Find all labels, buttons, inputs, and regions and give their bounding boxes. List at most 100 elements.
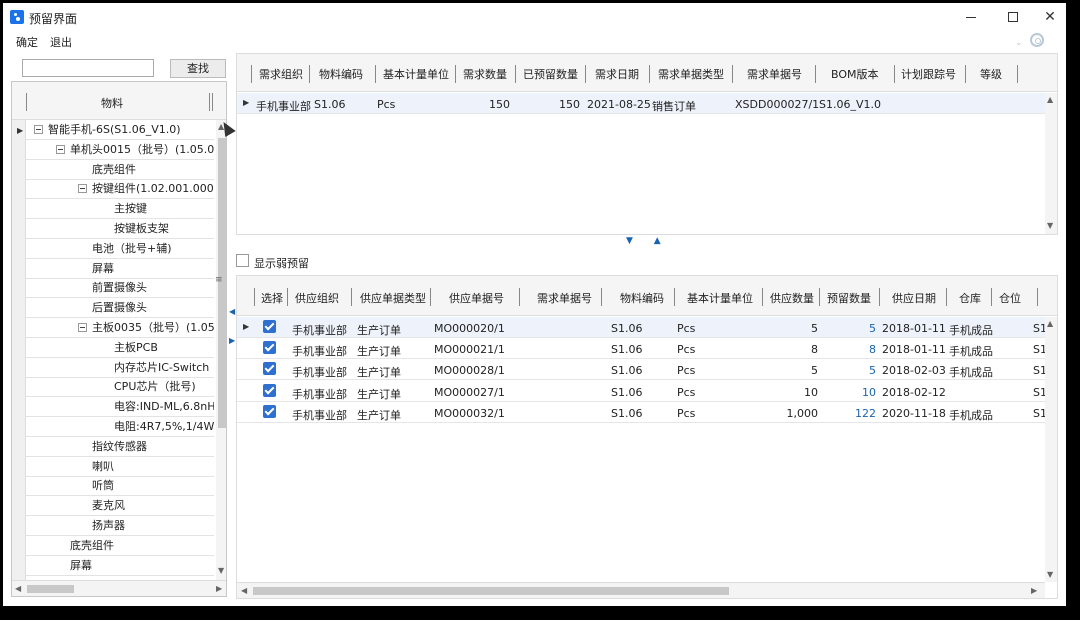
scroll-left-icon[interactable]: ◀ — [15, 584, 21, 593]
cell-reserved[interactable]: 5 — [827, 322, 876, 335]
collapse-node-icon[interactable] — [78, 184, 87, 194]
tree-item[interactable]: 按键板支架 — [26, 219, 214, 239]
scroll-right-icon[interactable]: ▶ — [1031, 586, 1037, 595]
splitter-grip-icon[interactable]: ≡ — [215, 275, 223, 285]
cell-reserved[interactable]: 10 — [827, 386, 876, 399]
tree-item[interactable]: 屏幕 — [26, 556, 214, 576]
select-checkbox[interactable] — [263, 341, 276, 355]
column-header[interactable]: 物料编码 — [319, 66, 363, 82]
select-checkbox[interactable] — [263, 404, 276, 418]
menu-exit[interactable]: 退出 — [50, 34, 72, 50]
column-header[interactable]: 需求单据类型 — [658, 66, 724, 82]
scroll-up-icon[interactable]: ▲ — [1047, 319, 1053, 328]
demand-vertical-scrollbar[interactable]: ▲ ▼ — [1045, 93, 1057, 234]
column-header[interactable]: 仓库 — [959, 290, 981, 306]
column-header[interactable]: 等级 — [980, 66, 1002, 82]
scroll-thumb[interactable] — [27, 585, 74, 593]
column-header[interactable]: 需求单据号 — [537, 290, 592, 306]
split-up-icon[interactable]: ▲ — [654, 236, 661, 246]
close-button[interactable]: ✕ — [1034, 3, 1066, 31]
column-header[interactable]: 需求单据号 — [747, 66, 802, 82]
menu-overflow-icon[interactable]: ⌄ — [1015, 38, 1023, 48]
tree-item[interactable]: 指纹传感器 — [26, 437, 214, 457]
tree-item[interactable]: 电阻:4R7,5%,1/4W, — [26, 417, 214, 437]
column-header[interactable]: 已预留数量 — [523, 66, 578, 82]
supply-vertical-scrollbar[interactable]: ▲ ▼ — [1045, 317, 1057, 582]
cell-reserved[interactable]: 5 — [827, 364, 876, 377]
scroll-right-icon[interactable]: ▶ — [216, 584, 222, 593]
table-row[interactable]: ▶ 手机事业部 S1.06 Pcs 150 150 2021-08-25 销售订… — [237, 93, 1045, 114]
scroll-down-icon[interactable]: ▼ — [1047, 570, 1053, 579]
tree-item[interactable]: 底壳组件 — [26, 536, 214, 556]
tree-item[interactable]: 麦克风 — [26, 496, 214, 517]
tree-item[interactable]: 单机头0015（批号）(1.05.0( — [26, 140, 214, 160]
tree-item-label: 屏幕 — [92, 261, 114, 275]
menu-confirm[interactable]: 确定 — [16, 34, 38, 50]
select-checkbox[interactable] — [263, 320, 276, 333]
tree-item[interactable]: 智能手机-6S(S1.06_V1.0) — [26, 120, 214, 140]
supply-horizontal-scrollbar[interactable]: ◀ ▶ — [237, 582, 1045, 598]
select-checkbox[interactable] — [263, 362, 276, 376]
tree-horizontal-scrollbar[interactable]: ◀ ▶ — [12, 580, 226, 596]
column-header[interactable]: 需求数量 — [463, 66, 507, 82]
tree-item[interactable]: 屏幕 — [26, 259, 214, 279]
column-header[interactable]: 需求日期 — [595, 66, 639, 82]
find-button[interactable]: 查找 — [170, 59, 226, 78]
tree-item[interactable]: 主板PCB — [26, 338, 214, 358]
tree-item[interactable]: 前置摄像头 — [26, 278, 214, 299]
table-row[interactable]: 手机事业部 生产订单 MO000027/1 S1.06 Pcs 10 10 2018-02-1… — [237, 381, 1047, 402]
scroll-down-icon[interactable]: ▼ — [1047, 221, 1053, 230]
gear-icon[interactable] — [1030, 33, 1044, 47]
cell-reserved[interactable]: 8 — [827, 343, 876, 356]
column-header[interactable]: 供应日期 — [892, 290, 936, 306]
scroll-thumb[interactable] — [253, 587, 729, 595]
column-header[interactable]: 供应数量 — [770, 290, 814, 306]
column-header[interactable]: 供应单据类型 — [360, 290, 426, 306]
splitter-arrows[interactable]: ▼ ▲ — [626, 236, 661, 246]
collapse-node-icon[interactable] — [34, 125, 43, 134]
collapse-node-icon[interactable] — [56, 144, 65, 154]
cell-reserved[interactable]: 122 — [827, 407, 876, 420]
tree-item[interactable]: 听筒 — [26, 476, 214, 497]
column-header[interactable]: 物料编码 — [620, 290, 664, 306]
column-header[interactable]: 供应单据号 — [449, 290, 504, 306]
column-header[interactable]: 供应组织 — [295, 290, 339, 306]
column-header[interactable]: 基本计量单位 — [383, 66, 449, 82]
scroll-left-icon[interactable]: ◀ — [241, 586, 247, 595]
show-weak-reserve-checkbox[interactable] — [236, 254, 249, 267]
scroll-down-icon[interactable]: ▼ — [218, 566, 224, 575]
tree-item[interactable]: 内存芯片IC-Switch — [26, 358, 214, 378]
table-row[interactable]: 手机事业部 生产订单 MO000032/1 S1.06 Pcs 1,000 122 2020-… — [237, 402, 1047, 423]
table-row[interactable]: 手机事业部 生产订单 MO000028/1 S1.06 Pcs 5 5 2018-02-03 手… — [237, 359, 1047, 381]
column-header[interactable]: 基本计量单位 — [687, 290, 753, 306]
table-row[interactable]: 手机事业部 生产订单 MO000021/1 S1.06 Pcs 8 8 2018-01-11 手… — [237, 338, 1047, 360]
table-row[interactable]: ▶ 手机事业部 生产订单 MO000020/1 S1.06 Pcs 5 5 2018-01-11… — [237, 317, 1047, 338]
tree-vertical-scrollbar[interactable]: ▲ ▼ — [216, 120, 226, 580]
column-header[interactable]: 预留数量 — [827, 290, 871, 306]
column-header[interactable]: 需求组织 — [259, 66, 303, 82]
column-header[interactable]: BOM版本 — [831, 66, 879, 82]
column-header[interactable]: 选择 — [261, 290, 283, 306]
collapse-left-icon[interactable]: ◀ — [229, 307, 235, 316]
column-header[interactable]: 计划跟踪号 — [901, 66, 956, 82]
minimize-button[interactable] — [950, 3, 992, 31]
tree-item[interactable]: CPU芯片（批号) — [26, 377, 214, 398]
tree-item[interactable]: 底壳组件 — [26, 160, 214, 180]
search-input[interactable] — [22, 59, 154, 77]
tree-item[interactable]: 主板0035（批号）(1.05 — [26, 318, 214, 338]
tree-item[interactable]: 扬声器 — [26, 516, 214, 536]
split-down-icon[interactable]: ▼ — [626, 236, 633, 246]
tree-item[interactable]: 电池（批号+辅) — [26, 239, 214, 259]
scroll-up-icon[interactable]: ▲ — [1047, 95, 1053, 104]
tree-item[interactable]: 电容:IND-ML,6.8nH — [26, 397, 214, 418]
cell-bill: MO000020/1 — [434, 322, 505, 335]
select-checkbox[interactable] — [263, 383, 276, 397]
tree-item[interactable]: 按键组件(1.02.001.0002 — [26, 179, 214, 200]
collapse-node-icon[interactable] — [78, 323, 87, 332]
tree-item[interactable]: 主按键 — [26, 199, 214, 220]
tree-item[interactable]: 后置摄像头 — [26, 298, 214, 319]
column-header[interactable]: 仓位 — [999, 290, 1021, 306]
expand-right-icon[interactable]: ▶ — [229, 336, 235, 345]
tree-item[interactable]: 喇叭 — [26, 457, 214, 477]
maximize-button[interactable] — [992, 3, 1034, 31]
